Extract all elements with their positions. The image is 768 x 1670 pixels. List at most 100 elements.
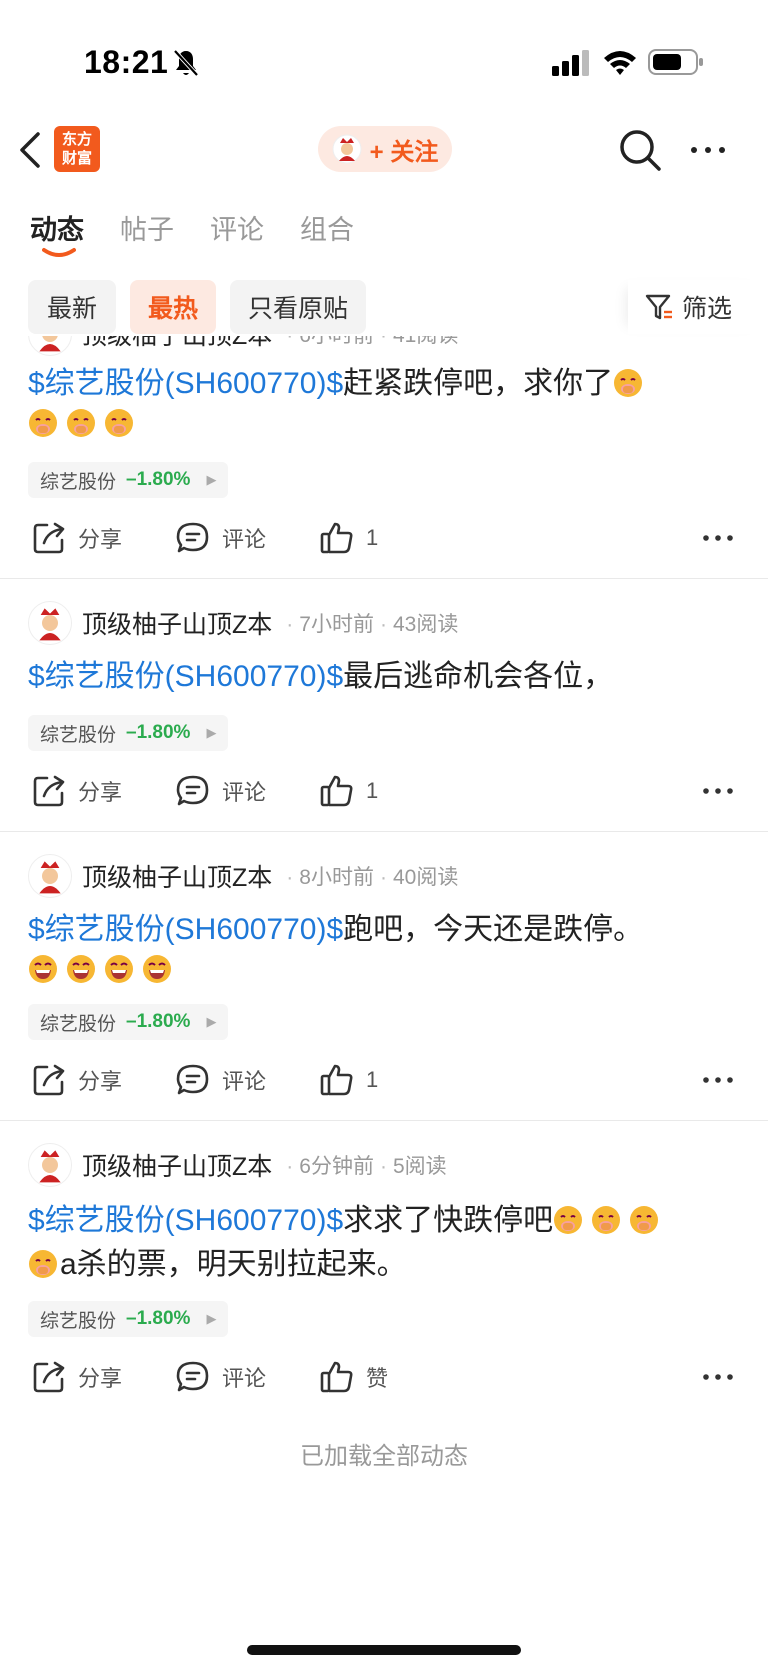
stock-link[interactable]: $综艺股份(SH600770)$	[28, 913, 343, 946]
more-icon[interactable]	[700, 1361, 736, 1393]
nav-bar: 东方 财富 + 关注	[0, 118, 768, 182]
stock-link[interactable]: $综艺股份(SH600770)$	[28, 1204, 343, 1237]
filter-chip-latest[interactable]: 最新	[28, 280, 116, 334]
thumbs-up-icon	[320, 775, 353, 807]
filter-chip-hot[interactable]: 最热	[130, 280, 216, 334]
follow-button[interactable]: + 关注	[318, 126, 452, 172]
shush-emoji-icon	[67, 409, 95, 437]
like-button[interactable]: 1	[318, 767, 378, 815]
stock-change: –1.80%	[126, 469, 191, 490]
tab-dynamic[interactable]: 动态	[30, 208, 84, 247]
post-time: 6分钟前	[299, 1155, 374, 1178]
shush-emoji-icon	[614, 369, 643, 397]
stock-tag[interactable]: 综艺股份 –1.80% ▶	[28, 1301, 229, 1337]
post-card[interactable]: 顶级柚子山顶Z本 · 8小时前 · 40阅读 $综艺股份(SH600770)$跑吧，今…	[0, 832, 768, 1120]
end-of-feed-text: 已加载全部动态	[300, 1443, 468, 1470]
post-text: 跑吧，今天还是跌停。	[343, 913, 644, 946]
author-name[interactable]: 顶级柚子山顶Z本	[82, 336, 272, 352]
post-content[interactable]: $综艺股份(SH600770)$最后逃命机会各位，	[28, 657, 728, 697]
tab-posts[interactable]: 帖子	[120, 208, 174, 247]
like-button[interactable]: 1	[318, 514, 378, 562]
like-label: 1	[366, 525, 379, 550]
avatar-icon	[39, 336, 61, 352]
post-text: 赶紧跌停吧，求你了	[343, 367, 614, 400]
filter-button[interactable]: 筛选	[628, 280, 768, 334]
post-reads: 5阅读	[392, 1155, 447, 1178]
stock-tag[interactable]: 综艺股份 –1.80% ▶	[28, 1004, 229, 1040]
more-icon[interactable]	[700, 1064, 736, 1096]
post-content[interactable]: $综艺股份(SH600770)$跑吧，今天还是跌停。	[28, 910, 728, 990]
more-icon[interactable]	[686, 128, 730, 172]
share-button[interactable]: 分享	[30, 1056, 122, 1104]
like-button[interactable]: 1	[318, 1056, 378, 1104]
like-button[interactable]: 赞	[318, 1353, 388, 1401]
post-card[interactable]: 顶级柚子山顶Z本 ·6小时前·41阅读 $综艺股份(SH600770)$赶紧跌停…	[0, 336, 768, 578]
comment-button[interactable]: 评论	[174, 767, 266, 815]
comment-icon	[176, 775, 209, 806]
post-reads: 43阅读	[392, 613, 459, 636]
share-icon	[33, 775, 65, 807]
post-text: 求求了快跌停吧	[343, 1204, 554, 1237]
tab-comments[interactable]: 评论	[210, 208, 264, 247]
tab-portfolio[interactable]: 组合	[300, 208, 354, 247]
caret-right-icon: ▶	[206, 1311, 217, 1326]
more-icon[interactable]	[700, 522, 736, 554]
post-time: 6小时前	[299, 336, 374, 347]
comment-button[interactable]: 评论	[174, 1353, 266, 1401]
post-card[interactable]: 顶级柚子山顶Z本 · 6分钟前 · 5阅读 $综艺股份(SH600770)$求求了快跌…	[0, 1121, 768, 1421]
share-button[interactable]: 分享	[30, 1353, 122, 1401]
battery-icon	[648, 49, 703, 75]
like-label: 1	[366, 1067, 379, 1092]
author-name[interactable]: 顶级柚子山顶Z本	[82, 858, 272, 894]
post-header: 顶级柚子山顶Z本 · 8小时前 · 40阅读	[28, 854, 458, 898]
stock-change: –1.80%	[126, 1308, 191, 1329]
stock-change: –1.80%	[126, 722, 191, 743]
post-content[interactable]: $综艺股份(SH600770)$求求了快跌停吧 a杀的票，明天别拉起来。	[28, 1199, 728, 1287]
post-meta: ·6小时前·41阅读	[280, 336, 458, 349]
search-icon[interactable]	[616, 126, 664, 174]
author-name[interactable]: 顶级柚子山顶Z本	[82, 1147, 272, 1183]
stock-link[interactable]: $综艺股份(SH600770)$	[28, 367, 343, 400]
post-header: 顶级柚子山顶Z本 ·6小时前·41阅读	[28, 336, 458, 356]
back-chevron-icon[interactable]	[16, 130, 46, 170]
share-button[interactable]: 分享	[30, 514, 122, 562]
stock-link[interactable]: $综艺股份(SH600770)$	[28, 660, 343, 693]
author-name[interactable]: 顶级柚子山顶Z本	[82, 605, 272, 641]
avatar[interactable]	[28, 854, 72, 898]
comment-label: 评论	[222, 780, 267, 805]
filter-bar: 最新 最热 只看原贴 筛选	[0, 280, 768, 336]
comment-label: 评论	[222, 527, 267, 552]
shush-emoji-icon	[29, 409, 57, 437]
post-actions: 分享 评论 赞	[0, 1353, 768, 1401]
comment-button[interactable]: 评论	[174, 1056, 266, 1104]
share-button[interactable]: 分享	[30, 767, 122, 815]
post-content[interactable]: $综艺股份(SH600770)$赶紧跌停吧，求你了	[28, 364, 728, 444]
avatar-icon	[39, 608, 61, 641]
post-meta: · 6分钟前 · 5阅读	[286, 1155, 447, 1178]
avatar[interactable]	[28, 336, 72, 356]
avatar-icon	[39, 1150, 61, 1183]
cellular-signal-icon	[552, 50, 589, 76]
avatar-icon	[332, 134, 362, 164]
filter-chip-original-only[interactable]: 只看原贴	[230, 280, 366, 334]
laugh-emoji-icon	[105, 955, 133, 983]
comment-button[interactable]: 评论	[174, 514, 266, 562]
stock-change: –1.80%	[126, 1011, 191, 1032]
stock-tag[interactable]: 综艺股份 –1.80% ▶	[28, 715, 229, 751]
thumbs-up-icon	[320, 1064, 353, 1096]
post-card[interactable]: 顶级柚子山顶Z本 · 7小时前 · 43阅读 $综艺股份(SH600770)$最后逃命…	[0, 579, 768, 831]
share-icon	[33, 1361, 65, 1393]
filter-label: 筛选	[682, 295, 733, 323]
share-icon	[33, 1064, 65, 1096]
thumbs-up-icon	[320, 1361, 353, 1393]
shush-emoji-icon	[105, 409, 133, 437]
shush-emoji-icon	[29, 1250, 57, 1278]
stock-tag[interactable]: 综艺股份 –1.80% ▶	[28, 462, 229, 498]
feed: 顶级柚子山顶Z本 ·6小时前·41阅读 $综艺股份(SH600770)$赶紧跌停…	[0, 336, 768, 1670]
post-header: 顶级柚子山顶Z本 · 6分钟前 · 5阅读	[28, 1143, 447, 1187]
avatar[interactable]	[28, 1143, 72, 1187]
more-icon[interactable]	[700, 775, 736, 807]
avatar[interactable]	[28, 601, 72, 645]
post-actions: 分享 评论 1	[0, 767, 768, 815]
post-actions: 分享 评论 1	[0, 1056, 768, 1104]
